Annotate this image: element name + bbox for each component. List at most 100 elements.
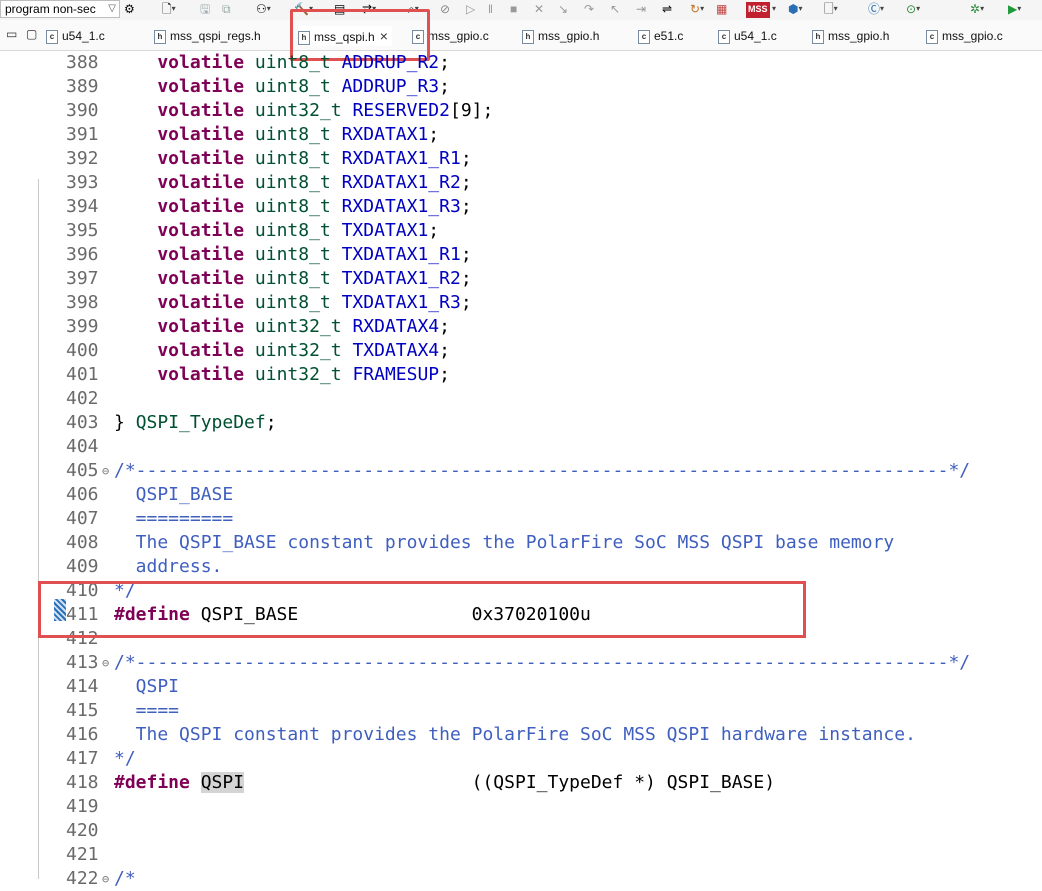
define-highlight-box xyxy=(38,581,806,638)
code-token: ==== xyxy=(114,700,180,721)
fold-toggle-icon[interactable]: ⊖ xyxy=(102,459,109,483)
settings-icon[interactable]: ⚙ xyxy=(124,1,135,17)
external-tools-icon[interactable]: ⇌ xyxy=(662,1,672,17)
code-line[interactable]: 421 xyxy=(0,843,1042,867)
maximize-icon[interactable]: ▢ xyxy=(26,27,37,41)
step-return-icon[interactable]: ↖ xyxy=(610,1,620,17)
code-editor[interactable]: 388 volatile uint8_t ADDRUP_R2; 389 volat… xyxy=(0,51,1042,889)
skip-icon[interactable]: ⊘ xyxy=(440,1,450,17)
fold-toggle-icon[interactable]: ⊖ xyxy=(102,867,109,891)
run-configuration-value: program non-sec xyxy=(5,2,96,16)
code-line[interactable]: 403} QSPI_TypeDef; xyxy=(0,411,1042,435)
debug-icon[interactable]: ✲▾ xyxy=(970,1,984,17)
code-text: ========= xyxy=(114,507,234,531)
code-line[interactable]: 395 volatile uint8_t TXDATAX1; xyxy=(0,219,1042,243)
chevron-down-icon[interactable]: ▽ xyxy=(108,2,116,16)
code-line[interactable]: 394 volatile uint8_t RXDATAX1_R3; xyxy=(0,195,1042,219)
code-line[interactable]: 414 QSPI xyxy=(0,675,1042,699)
code-line[interactable]: 400 volatile uint32_t TXDATAX4; xyxy=(0,339,1042,363)
code-token: QSPI xyxy=(114,676,180,697)
code-line[interactable]: 396 volatile uint8_t TXDATAX1_R1; xyxy=(0,243,1042,267)
minimize-icon[interactable]: ▭ xyxy=(6,27,17,41)
code-line[interactable]: 420 xyxy=(0,819,1042,843)
code-token: uint8_t xyxy=(254,148,342,169)
code-line[interactable]: 397 volatile uint8_t TXDATAX1_R2; xyxy=(0,267,1042,291)
code-text: The QSPI_BASE constant provides the Pola… xyxy=(114,531,895,555)
code-line[interactable]: 398 volatile uint8_t TXDATAX1_R3; xyxy=(0,291,1042,315)
code-token: ; xyxy=(460,292,472,313)
code-text: #define QSPI ((QSPI_TypeDef *) QSPI_BASE… xyxy=(114,771,775,795)
step-over-icon[interactable]: ↷ xyxy=(584,1,594,17)
line-number: 419 xyxy=(66,796,99,817)
code-text: QSPI_BASE xyxy=(114,483,234,507)
code-line[interactable]: 402 xyxy=(0,387,1042,411)
code-line[interactable]: 405 ⊖/*----------------------------------… xyxy=(0,459,1042,483)
code-line[interactable]: 389 volatile uint8_t ADDRUP_R3; xyxy=(0,75,1042,99)
tab-e51-c[interactable]: c e51.c xyxy=(638,26,683,46)
new-file-icon[interactable]: 🗋▾ xyxy=(162,1,176,17)
suspend-icon[interactable]: ‖ xyxy=(488,1,493,17)
code-token: uint8_t xyxy=(254,244,342,265)
code-line[interactable]: 419 xyxy=(0,795,1042,819)
debug-config-icon[interactable]: ⚇▾ xyxy=(256,1,271,17)
configurator-dropdown-icon[interactable]: ▾ xyxy=(772,1,776,17)
code-line[interactable]: 392 volatile uint8_t RXDATAX1_R1; xyxy=(0,147,1042,171)
terminate-icon[interactable]: ■ xyxy=(510,1,517,17)
tab-label: mss_gpio.c xyxy=(942,29,1003,43)
step-filter-icon[interactable]: ⇥ xyxy=(636,1,646,17)
file-icon[interactable]: 🗌▾ xyxy=(824,1,838,17)
line-number: 395 xyxy=(66,220,99,241)
code-line[interactable]: 391 volatile uint8_t RXDATAX1; xyxy=(0,123,1042,147)
refresh-icon[interactable]: ↻▾ xyxy=(690,1,704,17)
c-file-icon: c xyxy=(638,29,650,44)
disconnect-icon[interactable]: ✕ xyxy=(534,1,544,17)
step-into-icon[interactable]: ↘ xyxy=(558,1,568,17)
tab-u54-1-c[interactable]: c u54_1.c xyxy=(46,26,105,46)
code-line[interactable]: 409 address. xyxy=(0,555,1042,579)
code-line[interactable]: 399 volatile uint32_t RXDATAX4; xyxy=(0,315,1042,339)
line-number: 402 xyxy=(66,388,99,409)
code-text: volatile uint32_t TXDATAX4; xyxy=(114,339,450,363)
code-token: ; xyxy=(428,124,440,145)
run-configuration-select[interactable]: program non-sec ▽ xyxy=(0,0,120,18)
code-line[interactable]: 388 volatile uint8_t ADDRUP_R2; xyxy=(0,51,1042,75)
grid-icon[interactable]: ▦ xyxy=(716,1,727,17)
code-line[interactable]: 390 volatile uint32_t RESERVED2[9]; xyxy=(0,99,1042,123)
code-line[interactable]: 404 xyxy=(0,435,1042,459)
code-line[interactable]: 393 volatile uint8_t RXDATAX1_R2; xyxy=(0,171,1042,195)
fold-toggle-icon[interactable]: ⊖ xyxy=(102,651,109,675)
code-token: uint8_t xyxy=(254,76,342,97)
tab-label: mss_qspi_regs.h xyxy=(170,29,261,43)
line-number: 394 xyxy=(66,196,99,217)
code-line[interactable]: 416 The QSPI constant provides the Polar… xyxy=(0,723,1042,747)
code-token: /* xyxy=(114,868,136,889)
package-icon[interactable]: ⬢▾ xyxy=(788,1,803,17)
tab-u54-1-c-2[interactable]: c u54_1.c xyxy=(718,26,777,46)
run-icon[interactable]: ▶▾ xyxy=(1008,1,1021,17)
save-all-icon[interactable]: ⧉ xyxy=(222,1,231,17)
tab-mss-gpio-h-2[interactable]: h mss_gpio.h xyxy=(812,26,889,46)
code-token: volatile xyxy=(114,148,255,169)
code-line[interactable]: 422 ⊖/* xyxy=(0,867,1042,891)
code-token: QSPI_BASE xyxy=(114,484,234,505)
code-token: */ xyxy=(114,748,136,769)
run-config-icon[interactable]: ⊙▾ xyxy=(906,1,920,17)
code-line[interactable]: 415 ==== xyxy=(0,699,1042,723)
resume-icon[interactable]: ▷ xyxy=(466,1,475,17)
code-line[interactable]: 413 ⊖/*----------------------------------… xyxy=(0,651,1042,675)
code-token: volatile xyxy=(114,292,255,313)
code-token: RXDATAX4 xyxy=(352,316,440,337)
code-line[interactable]: 407 ========= xyxy=(0,507,1042,531)
tab-mss-qspi-regs-h[interactable]: h mss_qspi_regs.h xyxy=(154,26,261,46)
tab-mss-gpio-c-2[interactable]: c mss_gpio.c xyxy=(926,26,1003,46)
code-token: uint8_t xyxy=(254,292,342,313)
code-line[interactable]: 401 volatile uint32_t FRAMESUP; xyxy=(0,363,1042,387)
tab-mss-gpio-h[interactable]: h mss_gpio.h xyxy=(522,26,599,46)
code-line[interactable]: 408 The QSPI_BASE constant provides the … xyxy=(0,531,1042,555)
code-line[interactable]: 406 QSPI_BASE xyxy=(0,483,1042,507)
mss-configurator-icon[interactable]: MSS xyxy=(746,2,770,18)
code-line[interactable]: 417 */ xyxy=(0,747,1042,771)
save-icon[interactable]: 🖫 xyxy=(200,1,210,17)
new-class-icon[interactable]: Ⓒ▾ xyxy=(868,1,884,17)
code-line[interactable]: 418 #define QSPI ((QSPI_TypeDef *) QSPI_B… xyxy=(0,771,1042,795)
